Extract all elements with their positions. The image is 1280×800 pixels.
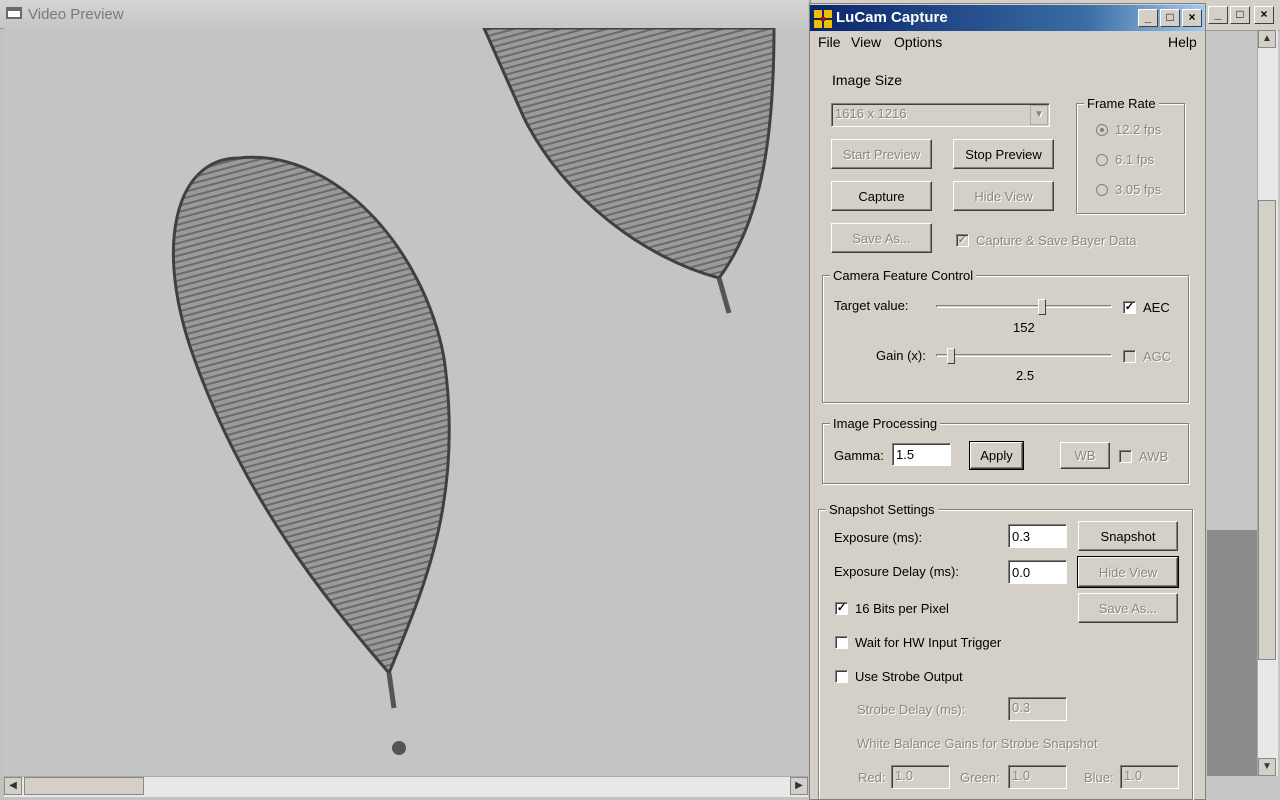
gamma-label: Gamma:: [834, 448, 884, 463]
chevron-down-icon[interactable]: ▼: [1030, 105, 1048, 125]
snapshot-button[interactable]: Snapshot: [1078, 521, 1178, 551]
bayer-checkbox[interactable]: ✓: [956, 234, 969, 247]
exposure-input[interactable]: [1008, 524, 1067, 548]
scroll-thumb-vertical[interactable]: [1258, 200, 1276, 660]
menu-bar: File View Options Help: [810, 31, 1205, 53]
scroll-thumb[interactable]: [24, 777, 144, 795]
exposure-label: Exposure (ms):: [834, 530, 923, 545]
frame-rate-radio-1[interactable]: [1096, 124, 1108, 136]
minimize-icon[interactable]: _: [1208, 6, 1228, 24]
image-processing-label: Image Processing: [830, 416, 941, 431]
hide-view-button[interactable]: Hide View: [953, 181, 1054, 211]
gain-value: 2.5: [1016, 368, 1035, 383]
window-icon: [6, 7, 22, 19]
blue-label: Blue:: [1084, 770, 1114, 785]
camera-feature-group: [822, 275, 1189, 403]
background-image-fragment: [1207, 530, 1257, 776]
awb-checkbox[interactable]: [1119, 450, 1132, 463]
aec-label: AEC: [1143, 300, 1170, 315]
video-preview-image: [4, 28, 808, 776]
exposure-delay-input[interactable]: [1008, 560, 1067, 584]
wb-button[interactable]: WB: [1060, 442, 1110, 469]
app-logo-icon: [814, 10, 832, 28]
strobe-checkbox[interactable]: [835, 670, 848, 683]
red-input[interactable]: 1.0: [891, 765, 950, 789]
menu-options[interactable]: Options: [894, 34, 942, 50]
aec-checkbox[interactable]: ✓: [1123, 301, 1136, 314]
exposure-delay-label: Exposure Delay (ms):: [834, 564, 959, 579]
bits16-label: 16 Bits per Pixel: [855, 601, 949, 616]
gain-slider-track[interactable]: [936, 354, 1112, 357]
snapshot-settings-label: Snapshot Settings: [826, 502, 938, 517]
image-size-value: 1616 x 1216: [835, 106, 907, 121]
frame-rate-label: Frame Rate: [1084, 96, 1159, 111]
gain-label: Gain (x):: [876, 348, 926, 363]
hw-trigger-label: Wait for HW Input Trigger: [855, 635, 1002, 650]
target-value-label: Target value:: [834, 298, 909, 313]
menu-file[interactable]: File: [818, 34, 841, 50]
blue-input[interactable]: 1.0: [1120, 765, 1179, 789]
lucam-title: LuCam Capture: [836, 9, 948, 26]
awb-label: AWB: [1139, 449, 1169, 464]
scroll-right-icon[interactable]: ▶: [790, 777, 808, 795]
video-preview-title: Video Preview: [28, 6, 124, 23]
snapshot-hide-view-button[interactable]: Hide View: [1077, 556, 1179, 588]
green-input[interactable]: 1.0: [1008, 765, 1067, 789]
green-label: Green:: [960, 770, 1000, 785]
frame-rate-option-3: 3.05 fps: [1115, 182, 1162, 197]
image-size-select[interactable]: 1616 x 1216 ▼: [831, 103, 1050, 127]
scroll-up-icon[interactable]: ▲: [1258, 30, 1276, 48]
strobe-label: Use Strobe Output: [855, 669, 963, 684]
background-window-titlebar[interactable]: _ □ ×: [1206, 0, 1280, 31]
camera-feature-label: Camera Feature Control: [830, 268, 977, 283]
start-preview-button[interactable]: Start Preview: [831, 139, 932, 169]
video-preview-titlebar[interactable]: Video Preview: [0, 0, 808, 29]
horizontal-scrollbar[interactable]: ◀ ▶: [4, 776, 808, 797]
snapshot-save-as-button[interactable]: Save As...: [1078, 593, 1178, 623]
vertical-scrollbar[interactable]: ▲ ▼: [1257, 30, 1278, 776]
wb-gains-label: White Balance Gains for Strobe Snapshot: [857, 736, 1098, 751]
stop-preview-button[interactable]: Stop Preview: [953, 139, 1054, 169]
save-as-button[interactable]: Save As...: [831, 223, 932, 253]
target-value: 152: [1013, 320, 1035, 335]
strobe-delay-label: Strobe Delay (ms):: [857, 702, 966, 717]
frame-rate-radio-2[interactable]: [1096, 154, 1108, 166]
strobe-delay-input[interactable]: 0.3: [1008, 697, 1067, 721]
close-icon[interactable]: ×: [1182, 9, 1202, 27]
image-size-label: Image Size: [832, 72, 903, 88]
agc-label: AGC: [1143, 349, 1172, 364]
bayer-label: Capture & Save Bayer Data: [976, 233, 1137, 248]
hw-trigger-checkbox[interactable]: [835, 636, 848, 649]
scroll-down-icon[interactable]: ▼: [1258, 758, 1276, 776]
bits16-checkbox[interactable]: ✓: [835, 602, 848, 615]
agc-checkbox[interactable]: [1123, 350, 1136, 363]
gain-slider-thumb[interactable]: [947, 348, 955, 364]
apply-button[interactable]: Apply: [969, 441, 1024, 470]
frame-rate-option-1: 12.2 fps: [1115, 122, 1162, 137]
menu-view[interactable]: View: [851, 34, 881, 50]
gamma-input[interactable]: [892, 443, 951, 466]
snapshot-group: [818, 509, 1193, 800]
microscope-image: [4, 28, 808, 776]
minimize-icon[interactable]: _: [1138, 9, 1158, 27]
red-label: Red:: [858, 770, 886, 785]
frame-rate-option-2: 6.1 fps: [1115, 152, 1155, 167]
target-slider-thumb[interactable]: [1038, 299, 1046, 315]
frame-rate-radio-3[interactable]: [1096, 184, 1108, 196]
close-icon[interactable]: ×: [1254, 6, 1274, 24]
target-slider-track[interactable]: [936, 305, 1112, 308]
menu-help[interactable]: Help: [1168, 34, 1197, 50]
scroll-left-icon[interactable]: ◀: [4, 777, 22, 795]
maximize-icon[interactable]: □: [1160, 9, 1180, 27]
maximize-icon[interactable]: □: [1230, 6, 1250, 24]
lucam-titlebar[interactable]: LuCam Capture _ □ ×: [810, 5, 1205, 31]
capture-button[interactable]: Capture: [831, 181, 932, 211]
